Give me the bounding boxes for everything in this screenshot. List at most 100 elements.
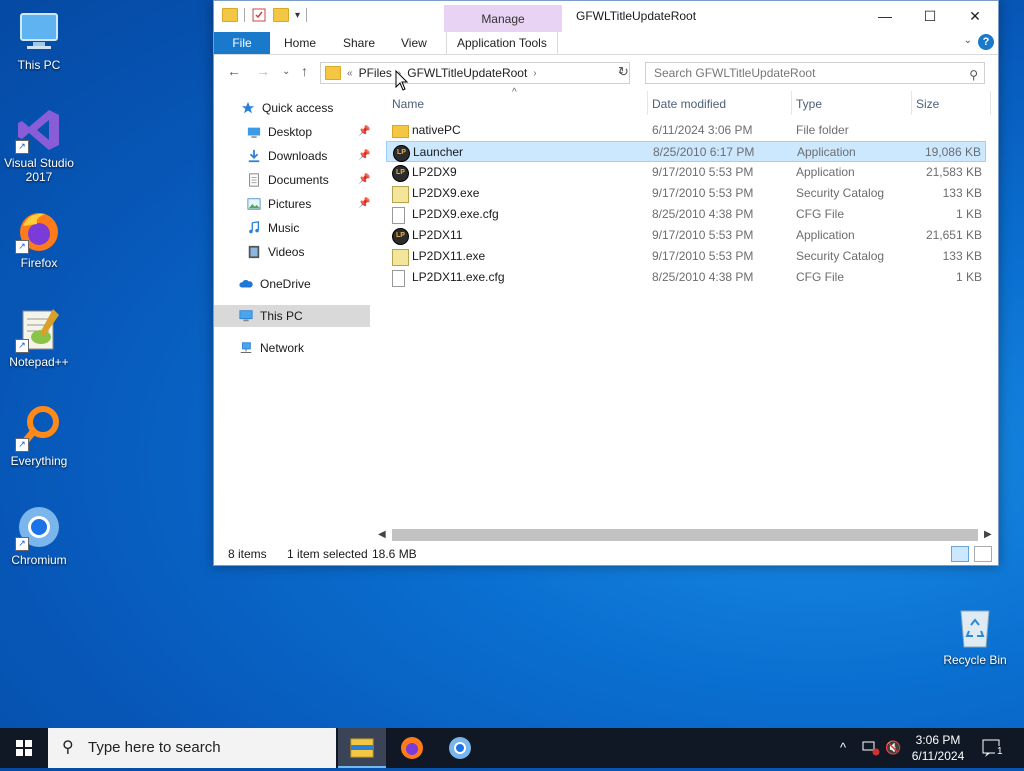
desktop-icon-firefox[interactable]: ↗ Firefox: [1, 206, 77, 270]
folder-icon: [392, 125, 409, 138]
nav-this-pc[interactable]: This PC: [214, 305, 370, 327]
pin-icon[interactable]: 📌: [358, 145, 370, 167]
show-hidden-icons-icon[interactable]: ^: [840, 728, 846, 768]
back-arrow-icon[interactable]: ←: [227, 63, 241, 79]
address-bar[interactable]: « PFiles › GFWLTitleUpdateRoot › ⌄: [320, 62, 630, 84]
nav-quick-access[interactable]: Quick access: [240, 97, 333, 119]
desktop-icon-notepad-plus-plus[interactable]: ↗ Notepad++: [1, 305, 77, 369]
visual-studio-icon: ↗: [15, 106, 63, 154]
file-row-lp2dx11[interactable]: LP LP2DX11 9/17/2010 5:53 PM Application…: [386, 225, 986, 246]
cfg-file-icon: [392, 270, 405, 287]
tab-share[interactable]: Share: [333, 32, 385, 54]
clock-date: 6/11/2024: [911, 749, 965, 763]
window-title: GFWLTitleUpdateRoot: [576, 9, 697, 23]
column-header-type[interactable]: Type: [796, 97, 822, 111]
taskbar-firefox[interactable]: [388, 728, 436, 768]
windows-logo-icon: [16, 740, 32, 756]
nav-network[interactable]: Network: [238, 337, 304, 359]
pin-icon[interactable]: 📌: [358, 193, 370, 215]
notification-count: 1: [995, 746, 1005, 757]
notifications-button[interactable]: 1: [980, 736, 1005, 760]
desktop-icon-recycle-bin[interactable]: Recycle Bin: [937, 603, 1013, 667]
maximize-button[interactable]: ☐: [907, 1, 953, 31]
nav-music[interactable]: Music: [246, 217, 299, 239]
tab-view[interactable]: View: [391, 32, 437, 54]
tab-manage[interactable]: Manage: [444, 5, 562, 33]
navigation-bar: ← → ⌄ ↑ « PFiles › GFWLTitleUpdateRoot ›…: [214, 55, 998, 91]
volume-muted-icon[interactable]: 🔇: [885, 728, 901, 768]
horizontal-scrollbar[interactable]: ◀ ▶: [374, 526, 998, 543]
pin-icon[interactable]: 📌: [358, 169, 370, 191]
mouse-cursor-icon: [395, 70, 409, 91]
expand-ribbon-icon[interactable]: ⌄: [964, 35, 972, 46]
new-folder-icon[interactable]: [273, 8, 289, 22]
cloud-icon: [239, 279, 253, 288]
file-row-lp2dx9-exe-cfg[interactable]: LP2DX9.exe.cfg 8/25/2010 4:38 PM CFG Fil…: [386, 204, 986, 225]
folder-icon[interactable]: [222, 8, 238, 22]
application-icon: LP: [393, 145, 410, 162]
sort-ascending-icon: ^: [512, 87, 517, 98]
nav-desktop[interactable]: Desktop 📌: [246, 121, 406, 143]
chevron-right-icon[interactable]: ›: [533, 68, 536, 79]
desktop-icon-visual-studio[interactable]: ↗ Visual Studio 2017: [1, 106, 77, 184]
taskbar-file-explorer[interactable]: [338, 728, 386, 768]
tab-file[interactable]: File: [214, 32, 270, 54]
help-icon[interactable]: ?: [978, 34, 994, 50]
firefox-icon: ↗: [15, 206, 63, 254]
network-disconnected-icon[interactable]: [862, 740, 880, 756]
file-row-lp2dx11-exe-cfg[interactable]: LP2DX11.exe.cfg 8/25/2010 4:38 PM CFG Fi…: [386, 267, 986, 288]
security-catalog-icon: [392, 186, 409, 203]
clock-time: 3:06 PM: [915, 733, 961, 747]
title-bar: ▾ Manage GFWLTitleUpdateRoot — ☐ ✕: [214, 1, 998, 33]
column-header-date[interactable]: Date modified: [652, 97, 726, 111]
nav-videos[interactable]: Videos: [246, 241, 304, 263]
network-icon: [240, 342, 252, 353]
pin-icon[interactable]: 📌: [358, 121, 370, 143]
file-row-lp2dx9-exe[interactable]: LP2DX9.exe 9/17/2010 5:53 PM Security Ca…: [386, 183, 986, 204]
breadcrumb-current[interactable]: GFWLTitleUpdateRoot: [407, 66, 527, 80]
start-button[interactable]: [0, 728, 48, 768]
desktop-icon-everything[interactable]: ↗ Everything: [1, 404, 77, 468]
address-overflow-icon[interactable]: «: [347, 68, 353, 79]
scroll-left-icon[interactable]: ◀: [378, 526, 386, 543]
shortcut-arrow-icon: ↗: [15, 140, 29, 154]
search-icon: ⚲: [62, 739, 74, 756]
file-explorer-icon: [350, 738, 374, 758]
scrollbar-thumb[interactable]: [392, 529, 978, 541]
forward-arrow-icon[interactable]: →: [256, 63, 270, 79]
nav-pictures[interactable]: Pictures 📌: [246, 193, 406, 215]
shortcut-arrow-icon: ↗: [15, 537, 29, 551]
scroll-right-icon[interactable]: ▶: [984, 526, 992, 543]
nav-documents[interactable]: Documents 📌: [246, 169, 406, 191]
nav-downloads[interactable]: Downloads 📌: [246, 145, 406, 167]
recent-locations-icon[interactable]: ⌄: [282, 66, 290, 77]
status-bar: 8 items 1 item selected 18.6 MB: [214, 543, 998, 565]
breadcrumb-pfiles[interactable]: PFiles: [359, 66, 392, 80]
large-icons-view-icon[interactable]: [974, 546, 992, 562]
desktop-icon-this-pc[interactable]: This PC: [1, 8, 77, 72]
close-button[interactable]: ✕: [952, 1, 998, 31]
properties-icon[interactable]: [251, 7, 267, 23]
nav-onedrive[interactable]: OneDrive: [238, 273, 311, 295]
system-clock[interactable]: 3:06 PM 6/11/2024: [900, 731, 976, 764]
computer-icon: [15, 8, 63, 56]
desktop-icon-chromium[interactable]: ↗ Chromium: [1, 503, 77, 567]
file-row-launcher[interactable]: LP Launcher 8/25/2010 6:17 PM Applicatio…: [386, 141, 986, 162]
file-row-lp2dx9[interactable]: LP LP2DX9 9/17/2010 5:53 PM Application …: [386, 162, 986, 183]
taskbar-chromium[interactable]: [436, 728, 484, 768]
tab-home[interactable]: Home: [274, 32, 326, 54]
security-catalog-icon: [392, 249, 409, 266]
minimize-button[interactable]: —: [862, 1, 908, 31]
file-row-nativepc[interactable]: nativePC 6/11/2024 3:06 PM File folder: [386, 120, 986, 141]
search-input[interactable]: Search GFWLTitleUpdateRoot ⚲: [645, 62, 985, 84]
music-icon: [249, 221, 260, 234]
customize-qat-icon[interactable]: ▾: [295, 10, 300, 21]
column-header-name[interactable]: Name: [392, 97, 424, 111]
file-row-lp2dx11-exe[interactable]: LP2DX11.exe 9/17/2010 5:53 PM Security C…: [386, 246, 986, 267]
details-view-icon[interactable]: [951, 546, 969, 562]
up-arrow-icon[interactable]: ↑: [301, 63, 308, 79]
refresh-icon[interactable]: ↻: [618, 64, 634, 80]
column-header-size[interactable]: Size: [916, 97, 939, 111]
tab-application-tools[interactable]: Application Tools: [446, 32, 558, 54]
taskbar-search-input[interactable]: ⚲ Type here to search: [48, 728, 336, 768]
